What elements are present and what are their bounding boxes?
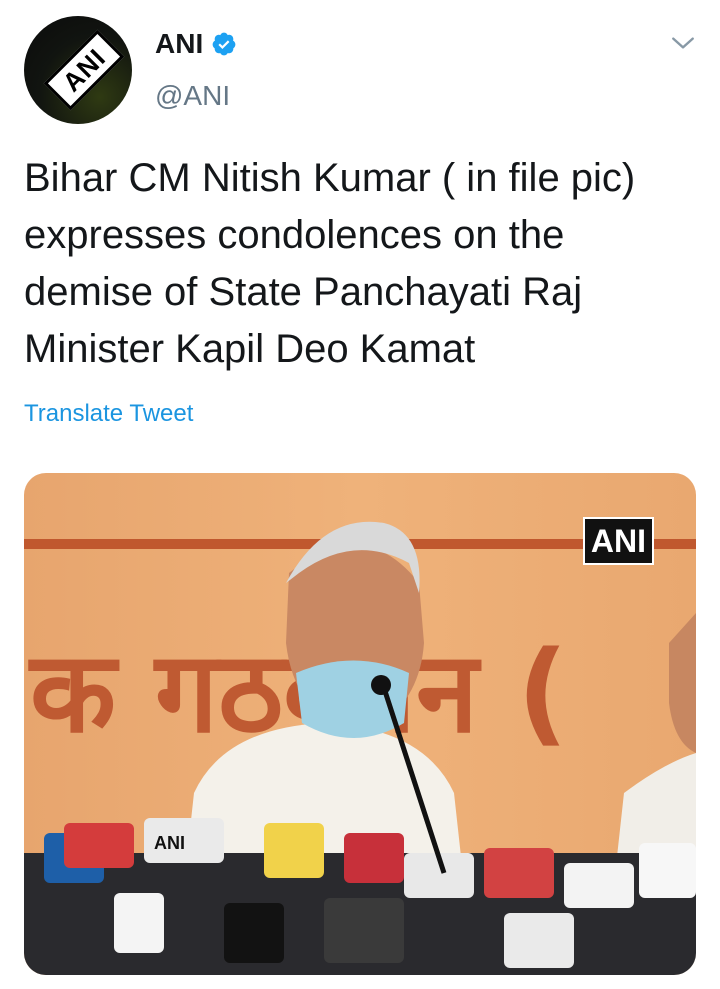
display-name[interactable]: ANI [155,28,203,60]
account-name-row: ANI [155,28,237,60]
translate-tweet-link[interactable]: Translate Tweet [24,400,193,428]
account-handle[interactable]: @ANI [155,80,230,112]
chevron-down-icon[interactable] [670,30,696,56]
mic-label-ani: ANI [154,833,185,853]
tweet-media-photo[interactable]: क गठबंधन ( ANI ANI [24,473,696,975]
ani-logo-text: ANI [43,29,125,111]
tweet-text: Bihar CM Nitish Kumar ( in file pic) exp… [24,156,636,371]
ani-watermark: ANI [582,517,654,565]
verified-badge-icon [212,32,236,56]
avatar[interactable]: ANI [24,16,132,124]
